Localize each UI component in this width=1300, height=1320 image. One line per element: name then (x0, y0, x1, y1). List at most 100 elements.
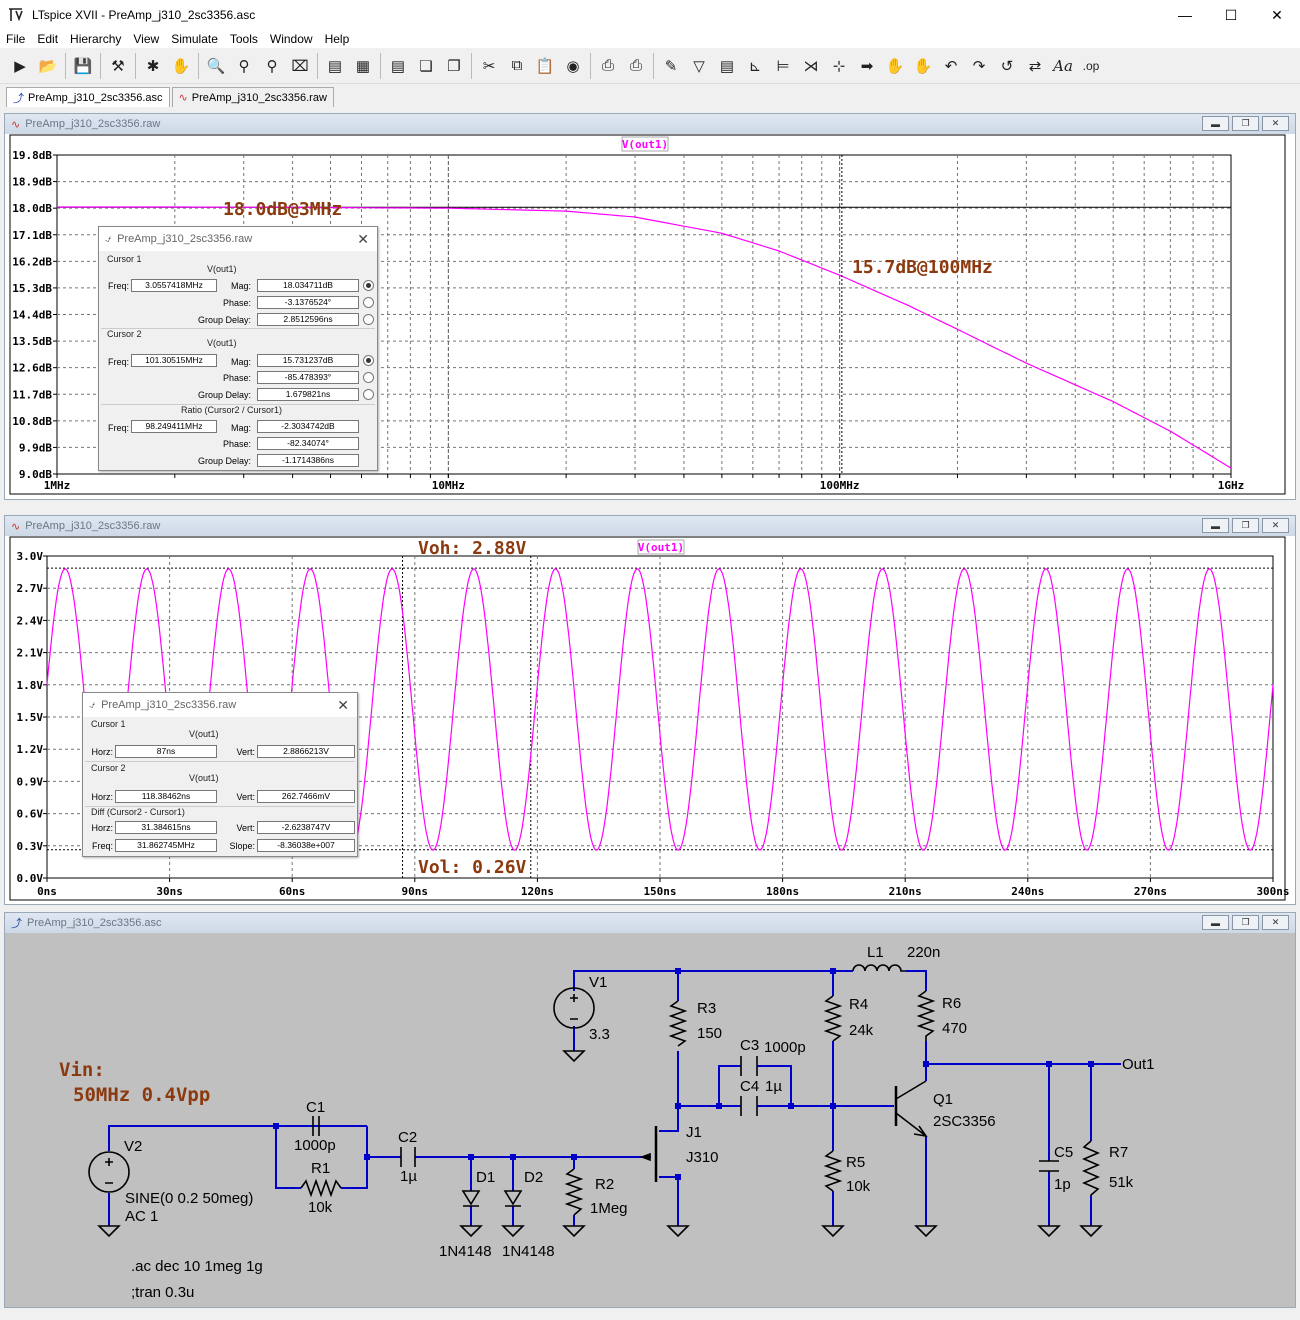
cursor2-gd-radio[interactable] (363, 389, 374, 400)
x-tick-label: 180ns (766, 885, 799, 898)
move-icon[interactable]: ✋ (882, 53, 908, 79)
capacitor-icon[interactable]: ⊨ (770, 53, 796, 79)
cursor1-gd-radio[interactable] (363, 314, 374, 325)
minimize-button[interactable]: ▬ (1202, 116, 1229, 131)
diff-section-label: Diff (Cursor2 - Cursor1) (91, 807, 185, 817)
diff-slope-field[interactable]: -8.36038e+007 (257, 839, 355, 852)
close-button[interactable]: ✕ (1262, 915, 1289, 930)
minimize-button[interactable]: ▬ (1202, 518, 1229, 533)
tran-directive[interactable]: ;tran 0.3u (131, 1284, 194, 1301)
print-setup-icon[interactable]: ⎙ (623, 53, 649, 79)
cursor1-phase-radio[interactable] (363, 297, 374, 308)
pick-visible-traces-icon[interactable]: ▦ (350, 53, 376, 79)
menu-file[interactable]: File (0, 32, 31, 46)
control-panel-icon[interactable]: ⚒ (105, 53, 131, 79)
diode-icon[interactable]: ⊹ (826, 53, 852, 79)
halt-icon[interactable]: ✱ (140, 53, 166, 79)
autorange-icon[interactable]: ▤ (322, 53, 348, 79)
close-icon[interactable]: ✕ (357, 231, 369, 248)
zoom-fit-icon[interactable]: ⌧ (287, 53, 313, 79)
menu-edit[interactable]: Edit (31, 32, 64, 46)
resistor-icon[interactable]: ⊾ (742, 53, 768, 79)
ground-icon[interactable]: ▽ (686, 53, 712, 79)
spice-directive-icon[interactable]: .op (1078, 53, 1104, 79)
zoom-in-icon[interactable]: 🔍 (203, 53, 229, 79)
toolbar: ▶ 📂 💾 ⚒ ✱ ✋ 🔍 ⚲ ⚲ ⌧ ▤ ▦ ▤ ❏ ❐ ✂ ⧉ 📋 ◉ ⎙ … (0, 48, 1300, 84)
cursor2-mag-field[interactable]: 15.731237dB (257, 354, 359, 367)
undo-icon[interactable]: ↶ (938, 53, 964, 79)
cursor1-freq-field[interactable]: 3.0557418MHz (131, 279, 217, 292)
cursor1-phase-field[interactable]: -3.1376524° (257, 296, 359, 309)
cursor2-vert-field[interactable]: 262.7466mV (257, 790, 355, 803)
c4-label: C4 (740, 1078, 759, 1095)
component-icon[interactable]: ➡ (854, 53, 880, 79)
ratio-freq-field[interactable]: 98.249411MHz (131, 420, 217, 433)
menu-hierarchy[interactable]: Hierarchy (64, 32, 127, 46)
cursor2-mag-radio[interactable] (363, 355, 374, 366)
diff-horz-field[interactable]: 31.384615ns (115, 821, 217, 834)
label-net-icon[interactable]: ▤ (714, 53, 740, 79)
cursor2-phase-radio[interactable] (363, 372, 374, 383)
minimize-button[interactable]: ▬ (1202, 915, 1229, 930)
cursor2-freq-field[interactable]: 101.30515MHz (131, 354, 217, 367)
rotate-icon[interactable]: ↺ (994, 53, 1020, 79)
restore-button[interactable]: ❐ (1232, 915, 1259, 930)
zoom-pan-icon[interactable]: ⚲ (231, 53, 257, 79)
tab-schematic[interactable]: ⤴ PreAmp_j310_2sc3356.asc (6, 87, 170, 107)
pan-hand-icon[interactable]: ✋ (168, 53, 194, 79)
copy-icon[interactable]: ⧉ (504, 53, 530, 79)
close-button[interactable]: ✕ (1254, 0, 1300, 30)
y-tick-label: 1.2V (17, 743, 44, 756)
tile-vertical-icon[interactable]: ❐ (441, 53, 467, 79)
tile-horizontal-icon[interactable]: ▤ (385, 53, 411, 79)
diff-freq-field[interactable]: 31.862745MHz (115, 839, 217, 852)
menu-view[interactable]: View (127, 32, 165, 46)
menu-tools[interactable]: Tools (224, 32, 264, 46)
cut-icon[interactable]: ✂ (476, 53, 502, 79)
paste-icon[interactable]: 📋 (532, 53, 558, 79)
freq-label: Freq: (91, 841, 113, 851)
redo-icon[interactable]: ↷ (966, 53, 992, 79)
cursor1-mag-radio[interactable] (363, 280, 374, 291)
close-icon[interactable]: ✕ (337, 697, 349, 714)
restore-button[interactable]: ❐ (1232, 518, 1259, 533)
menu-simulate[interactable]: Simulate (165, 32, 224, 46)
find-icon[interactable]: ◉ (560, 53, 586, 79)
drag-icon[interactable]: ✋ (910, 53, 936, 79)
menu-window[interactable]: Window (264, 32, 319, 46)
inductor-icon[interactable]: ⋊ (798, 53, 824, 79)
tab-waveform[interactable]: ∿ PreAmp_j310_2sc3356.raw (171, 87, 334, 107)
minimize-button[interactable]: — (1162, 0, 1208, 30)
schematic-canvas[interactable]: V1 3.3 R3 150 L1 220n R4 24k R6 470 C3 1… (5, 933, 1295, 1307)
ac-cursor-dialog-titlebar: ⍻ PreAmp_j310_2sc3356.raw ✕ (99, 227, 377, 251)
text-icon[interactable]: Aa (1050, 53, 1076, 79)
ratio-mag-field[interactable]: -2.3034742dB (257, 420, 359, 433)
restore-button[interactable]: ❐ (1232, 116, 1259, 131)
close-button[interactable]: ✕ (1262, 116, 1289, 131)
mirror-icon[interactable]: ⇄ (1022, 53, 1048, 79)
cursor1-horz-field[interactable]: 87ns (115, 745, 217, 758)
close-button[interactable]: ✕ (1262, 518, 1289, 533)
run-icon[interactable]: ▶ (7, 53, 33, 79)
draw-wire-icon[interactable]: ✎ (658, 53, 684, 79)
cursor2-horz-field[interactable]: 118.38462ns (115, 790, 217, 803)
maximize-button[interactable]: ☐ (1208, 0, 1254, 30)
cursor1-vert-field[interactable]: 2.8866213V (257, 745, 355, 758)
cursor2-phase-field[interactable]: -85.478393° (257, 371, 359, 384)
ratio-gd-field[interactable]: -1.1714386ns (257, 454, 359, 467)
cursor2-gd-field[interactable]: 1.679821ns (257, 388, 359, 401)
menu-help[interactable]: Help (319, 32, 356, 46)
y-tick-label: 9.0dB (19, 468, 52, 481)
print-icon[interactable]: ⎙ (595, 53, 621, 79)
ac-directive[interactable]: .ac dec 10 1meg 1g (131, 1258, 263, 1275)
zoom-out-icon[interactable]: ⚲ (259, 53, 285, 79)
cursor1-gd-field[interactable]: 2.8512596ns (257, 313, 359, 326)
open-folder-icon[interactable]: 📂 (35, 53, 61, 79)
cursor1-mag-field[interactable]: 18.034711dB (257, 279, 359, 292)
diff-vert-field[interactable]: -2.6238747V (257, 821, 355, 834)
cascade-icon[interactable]: ❏ (413, 53, 439, 79)
ac-plot-titlebar: ∿ PreAmp_j310_2sc3356.raw ▬ ❐ ✕ (5, 114, 1295, 134)
cursor2-trace: V(out1) (189, 773, 219, 783)
save-icon[interactable]: 💾 (70, 53, 96, 79)
ratio-phase-field[interactable]: -82.34074° (257, 437, 359, 450)
